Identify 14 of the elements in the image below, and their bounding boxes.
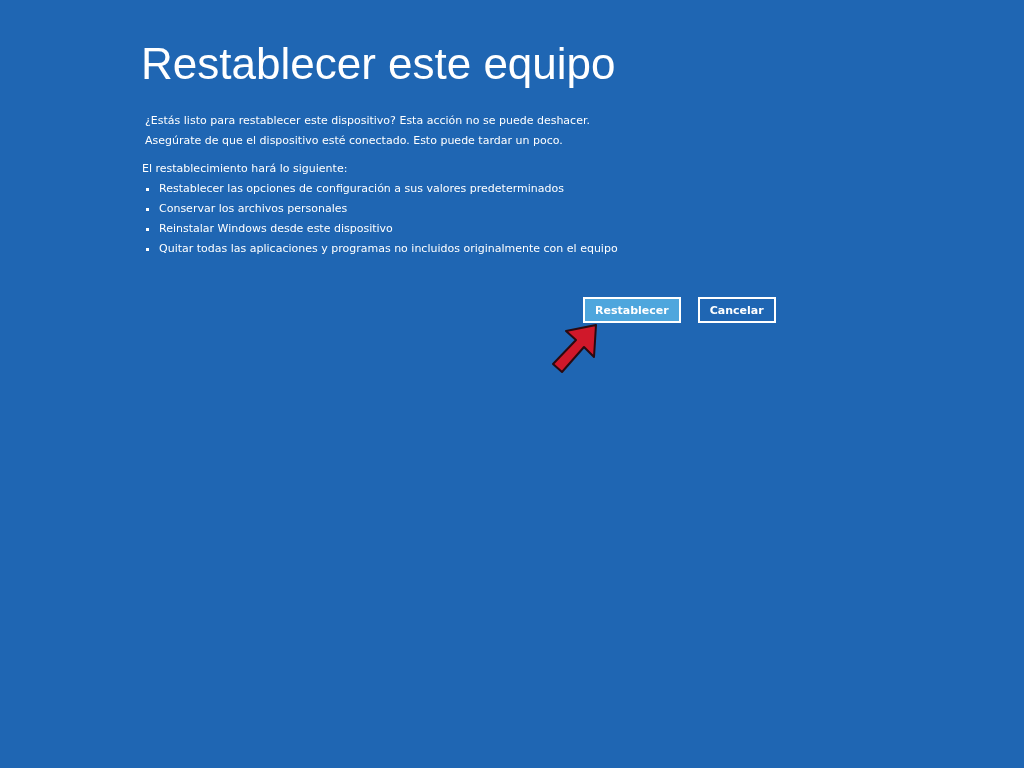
bullet-icon	[146, 187, 149, 191]
list-item-text: Conservar los archivos personales	[159, 201, 348, 217]
list-heading: El restablecimiento hará lo siguiente:	[142, 161, 349, 177]
description-text: Asegúrate de que el dispositivo esté conectado. Esto puede tardar un poco.	[145, 133, 564, 149]
list-item-text: Quitar todas las aplicaciones y programas no incluidos originalmente con el equipo	[159, 241, 618, 257]
pointer-arrow	[550, 323, 600, 375]
bullet-icon	[146, 227, 149, 231]
bullet-icon	[146, 247, 149, 251]
bullet-icon	[146, 207, 149, 211]
description-text: ¿Estás listo para restablecer este dispositivo? Esta acción no se puede deshacer.	[145, 113, 591, 129]
list-item-text: Reinstalar Windows desde este dispositivo	[159, 221, 393, 237]
list-item-text: Restablecer las opciones de configuración a sus valores predeterminados	[159, 181, 564, 197]
page-title: Restablecer este equipo	[141, 38, 617, 90]
cancel-button[interactable]: Cancelar	[697, 297, 776, 323]
